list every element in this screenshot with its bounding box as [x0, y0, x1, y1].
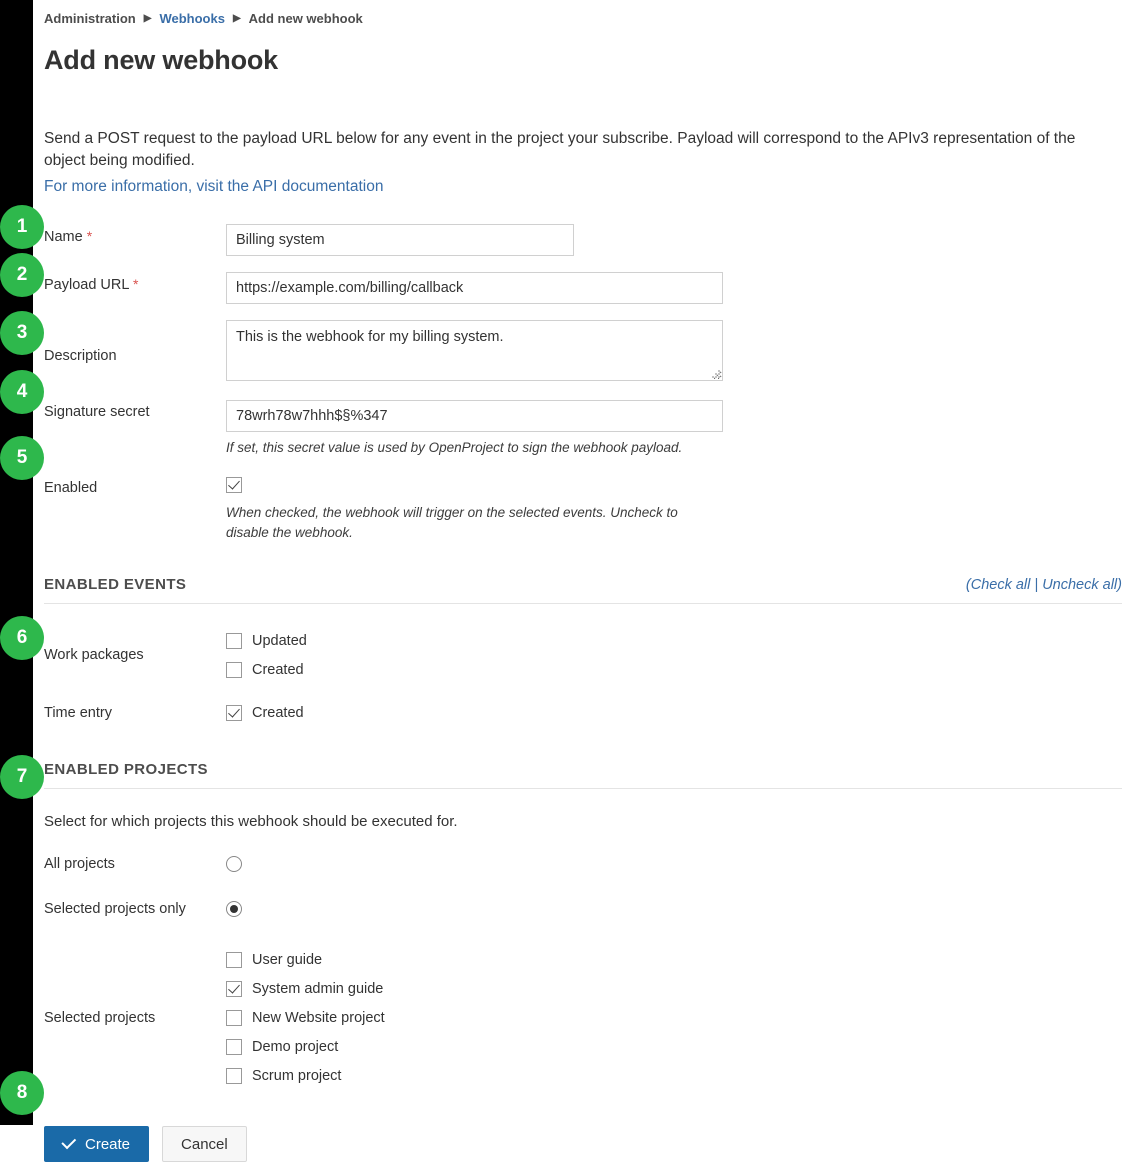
annotation-badge-5: 5 — [0, 436, 44, 480]
annotation-badge-2: 2 — [0, 253, 44, 297]
description-textarea-wrapper: This is the webhook for my billing syste… — [226, 320, 723, 382]
breadcrumb: Administration ▶ Webhooks ▶ Add new webh… — [44, 0, 1122, 26]
event-checkbox-te-created[interactable] — [226, 704, 242, 721]
event-option[interactable]: Created — [226, 655, 1122, 684]
annotation-badge-3: 3 — [0, 311, 44, 355]
toggle-divider: | — [1030, 577, 1043, 594]
create-button-label: Create — [85, 1135, 131, 1153]
check-all-link[interactable]: Check all — [971, 577, 1031, 593]
all-projects-label: All projects — [44, 856, 115, 873]
payload-url-label-text: Payload URL — [44, 277, 129, 294]
name-label: Name * — [44, 224, 226, 245]
radio-row-all-projects[interactable]: All projects — [44, 856, 1122, 873]
description-label: Description — [44, 348, 117, 365]
event-option[interactable]: Created — [226, 698, 1122, 727]
event-group-label: Work packages — [44, 647, 144, 664]
project-checkbox-demo-project[interactable] — [226, 1038, 242, 1055]
signature-secret-label: Signature secret — [44, 404, 150, 421]
all-projects-radio[interactable] — [226, 856, 242, 873]
selected-projects-only-radio[interactable] — [226, 901, 242, 918]
breadcrumb-item-current: Add new webhook — [248, 11, 363, 26]
project-label: Scrum project — [252, 1067, 342, 1084]
close-paren: ) — [1117, 577, 1122, 594]
project-item[interactable]: New Website project — [226, 1003, 1122, 1032]
cancel-button-label: Cancel — [181, 1135, 228, 1153]
project-item[interactable]: Scrum project — [226, 1061, 1122, 1090]
selected-projects-only-label: Selected projects only — [44, 901, 186, 918]
annotation-badge-1: 1 — [0, 205, 44, 249]
payload-url-input[interactable] — [226, 272, 723, 305]
form-actions: Create Cancel — [44, 1126, 1122, 1162]
form-row-description: Description This is the webhook for my b… — [44, 320, 1122, 382]
project-label: System admin guide — [252, 980, 384, 997]
create-button[interactable]: Create — [44, 1126, 150, 1162]
description-textarea[interactable]: This is the webhook for my billing syste… — [226, 320, 723, 382]
enabled-events-section-header: ENABLED EVENTS (Check all | Uncheck all) — [44, 576, 1122, 605]
required-marker: * — [132, 276, 139, 293]
page-root: Administration ▶ Webhooks ▶ Add new webh… — [0, 0, 1142, 1162]
selected-projects-row: Selected projects User guide System admi… — [44, 945, 1122, 1090]
payload-url-label: Payload URL * — [44, 272, 226, 293]
events-toggle-links: (Check all | Uncheck all) — [966, 577, 1122, 593]
event-option[interactable]: Updated — [226, 626, 1122, 655]
breadcrumb-item-webhooks[interactable]: Webhooks — [159, 11, 225, 26]
form-row-name: Name * — [44, 224, 1122, 257]
project-item[interactable]: Demo project — [226, 1032, 1122, 1061]
check-icon — [61, 1134, 77, 1150]
radio-row-selected-projects-only[interactable]: Selected projects only — [44, 901, 1122, 918]
webhook-form: Name * Payload URL * Description — [44, 224, 1122, 542]
project-checkbox-new-website-project[interactable] — [226, 1009, 242, 1026]
annotation-badge-6: 6 — [0, 616, 44, 660]
event-checkbox-wp-updated[interactable] — [226, 632, 242, 649]
enabled-label: Enabled — [44, 479, 98, 496]
required-marker: * — [86, 228, 93, 245]
enabled-hint: When checked, the webhook will trigger o… — [226, 504, 678, 540]
name-label-text: Name — [44, 229, 83, 246]
api-documentation-link[interactable]: For more information, visit the API docu… — [44, 176, 383, 198]
selected-projects-label: Selected projects — [44, 1009, 156, 1026]
form-row-signature-secret: Signature secret If set, this secret val… — [44, 400, 1122, 458]
enabled-projects-section-header: ENABLED PROJECTS — [44, 761, 1122, 790]
intro-paragraph: Send a POST request to the payload URL b… — [44, 130, 1076, 170]
project-checkbox-system-admin-guide[interactable] — [226, 980, 242, 997]
project-label: New Website project — [252, 1009, 385, 1026]
annotation-badge-8: 8 — [0, 1071, 44, 1115]
project-label: Demo project — [252, 1038, 339, 1055]
signature-secret-hint: If set, this secret value is used by Ope… — [226, 440, 683, 456]
event-option-label: Created — [252, 704, 304, 721]
project-label: User guide — [252, 951, 323, 968]
cancel-button[interactable]: Cancel — [162, 1126, 247, 1162]
event-option-label: Created — [252, 661, 304, 678]
enabled-events-groups: Work packages Updated Created Time entry — [44, 626, 1122, 727]
enabled-projects-title: ENABLED PROJECTS — [44, 761, 208, 779]
breadcrumb-separator-icon: ▶ — [143, 12, 152, 24]
uncheck-all-link[interactable]: Uncheck all — [1042, 577, 1117, 593]
project-checkbox-user-guide[interactable] — [226, 951, 242, 968]
annotation-badge-7: 7 — [0, 755, 44, 799]
project-checkbox-scrum-project[interactable] — [226, 1067, 242, 1084]
event-group-work-packages: Work packages Updated Created — [44, 626, 1122, 684]
name-input[interactable] — [226, 224, 574, 257]
enabled-events-title: ENABLED EVENTS — [44, 576, 187, 594]
enabled-projects-intro: Select for which projects this webhook s… — [44, 813, 458, 831]
event-checkbox-wp-created[interactable] — [226, 661, 242, 678]
breadcrumb-item-administration[interactable]: Administration — [44, 11, 136, 26]
breadcrumb-separator-icon: ▶ — [232, 12, 241, 24]
form-row-payload-url: Payload URL * — [44, 272, 1122, 305]
event-group-label: Time entry — [44, 704, 112, 721]
event-option-label: Updated — [252, 632, 307, 649]
intro-text: Send a POST request to the payload URL b… — [44, 128, 1104, 198]
page-title: Add new webhook — [44, 45, 279, 75]
enabled-checkbox[interactable] — [226, 476, 242, 493]
project-item[interactable]: System admin guide — [226, 974, 1122, 1003]
project-item[interactable]: User guide — [226, 945, 1122, 974]
form-row-enabled: Enabled When checked, the webhook will t… — [44, 476, 1122, 542]
annotation-badge-4: 4 — [0, 370, 44, 414]
event-group-time-entry: Time entry Created — [44, 698, 1122, 727]
signature-secret-input[interactable] — [226, 400, 723, 433]
